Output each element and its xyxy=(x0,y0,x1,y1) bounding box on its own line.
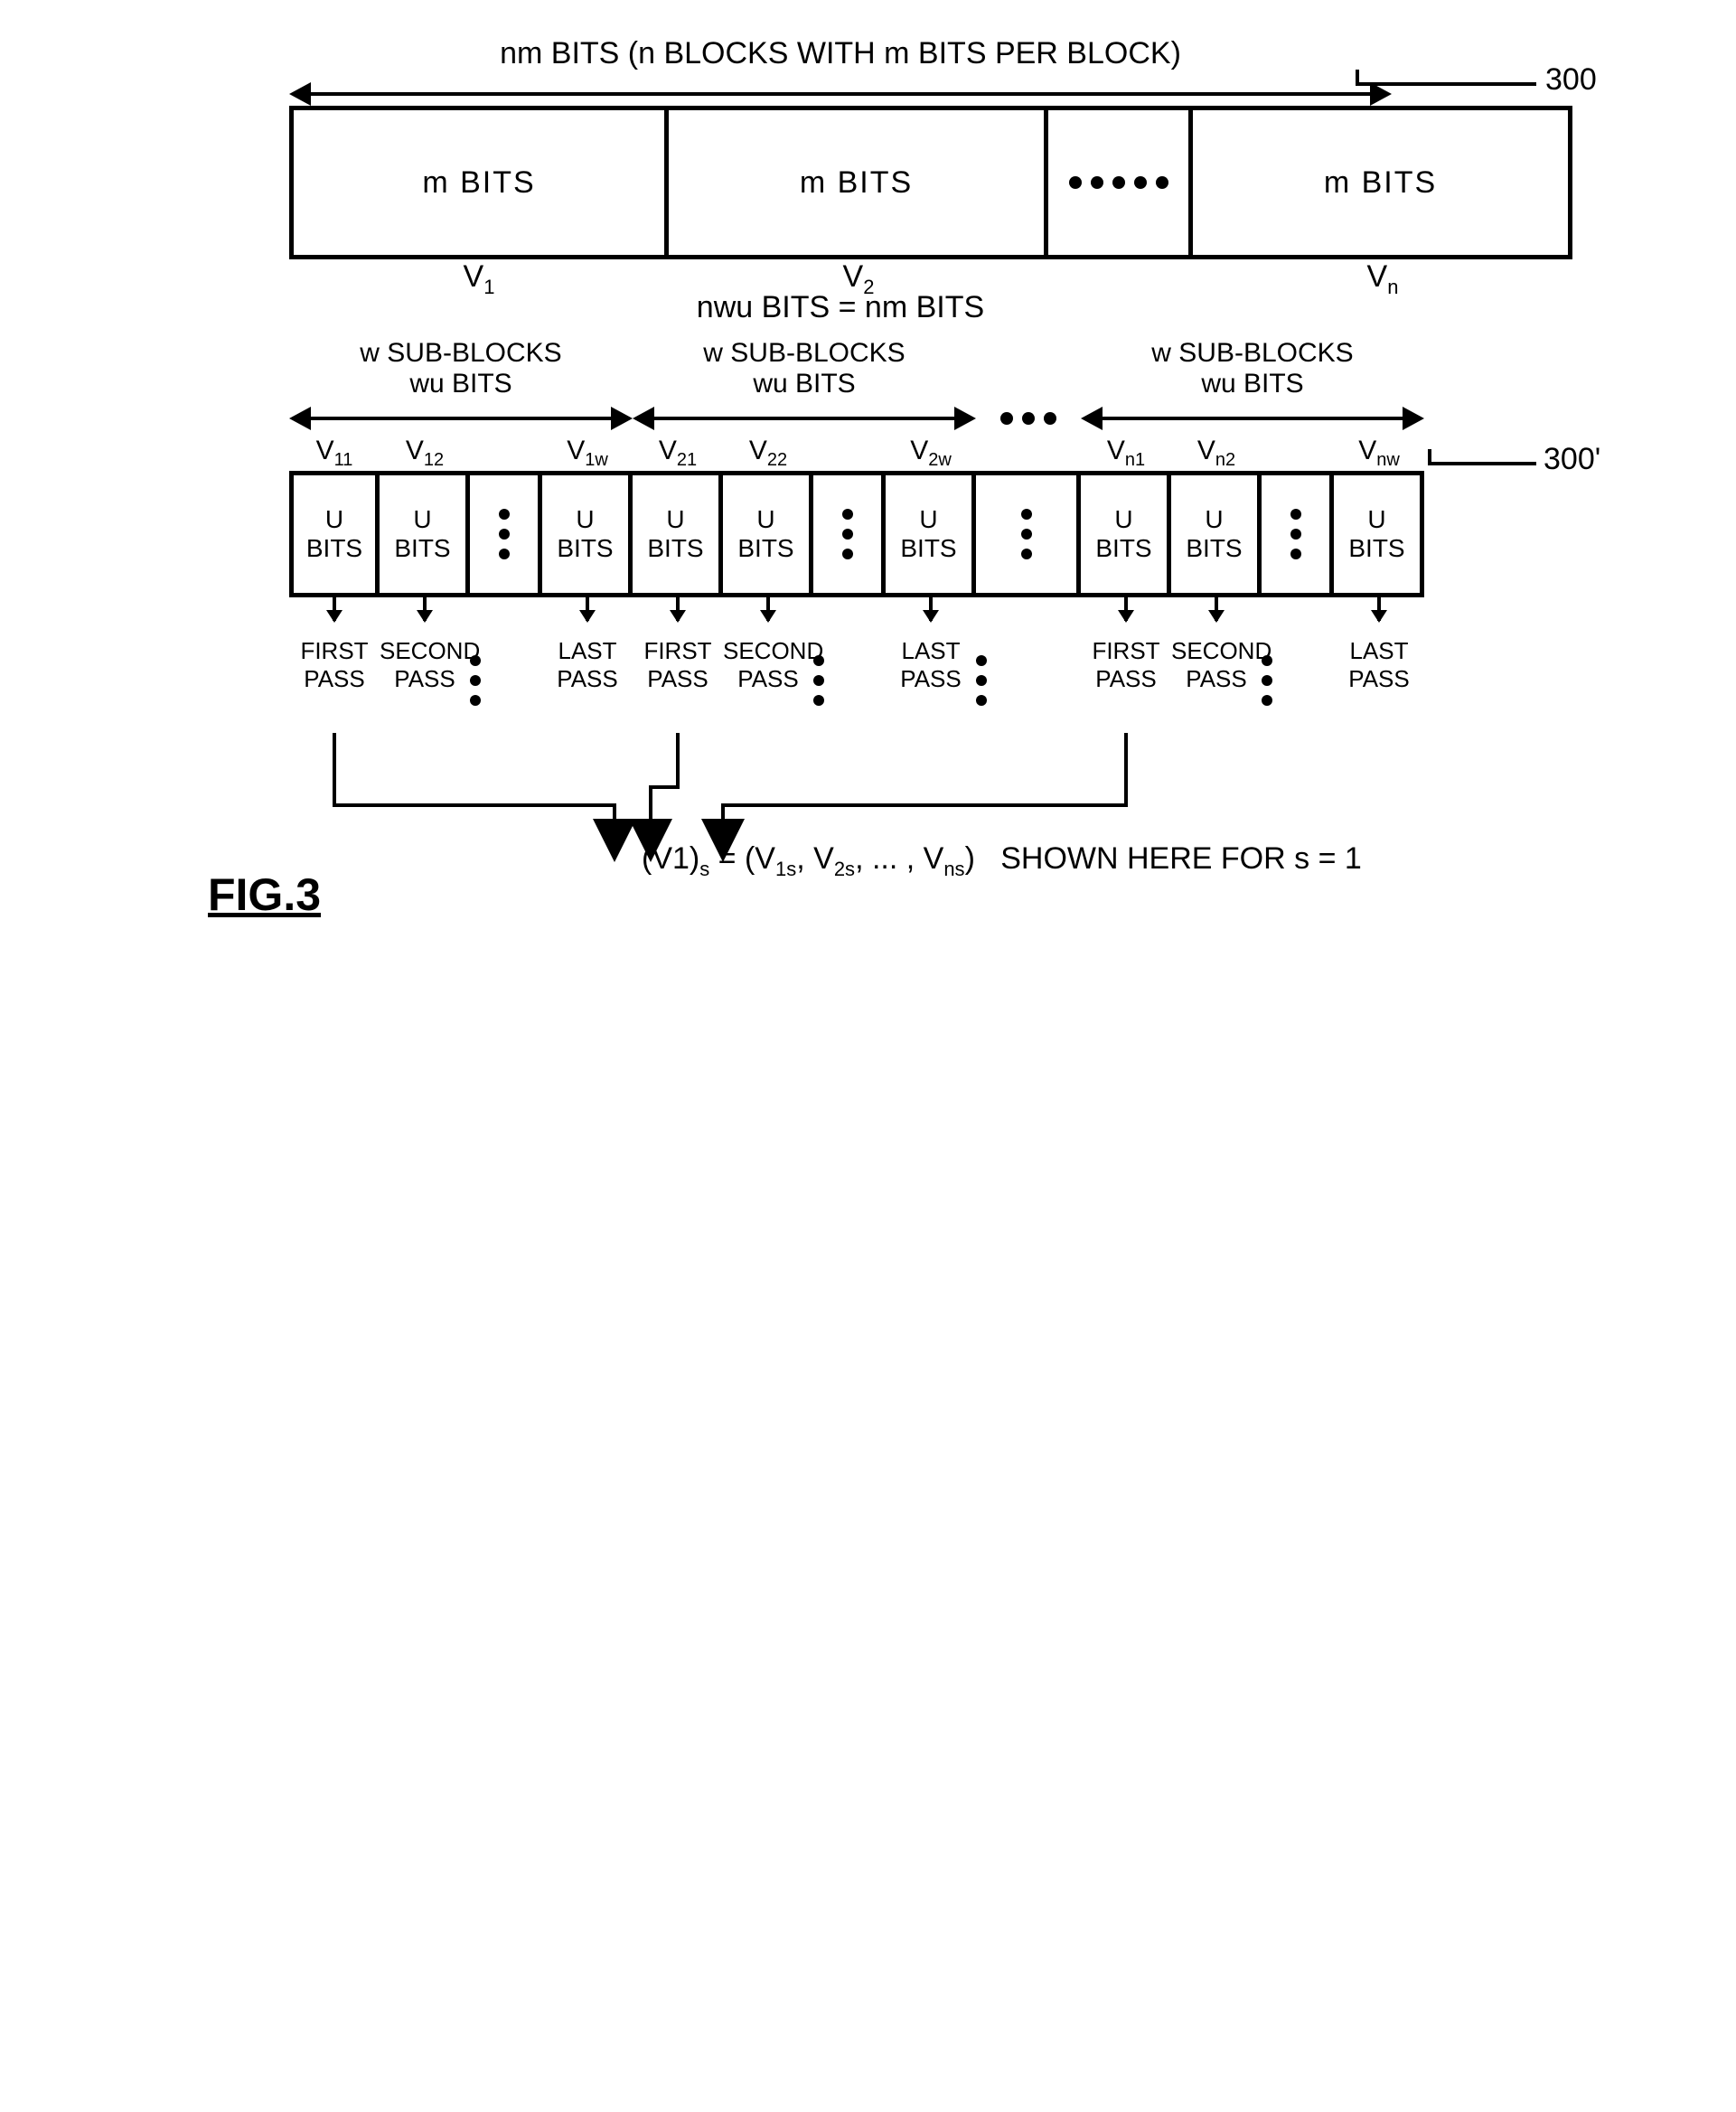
block-v1: m BITS xyxy=(289,106,669,259)
subblock-row-300p: UBITS UBITS UBITS UBITS UBITS UBITS UBIT… xyxy=(289,471,1699,597)
dimension-arrow-top xyxy=(289,82,1392,106)
block-v-labels: V1 V2 Vn xyxy=(289,259,1699,299)
formula-text: (V1)s = (V1s, V2s, ... , Vns) SHOWN HERE… xyxy=(642,841,1362,881)
pass-second-2: SECOND PASS xyxy=(723,588,813,706)
figure-3-diagram: nm BITS (n BLOCKS WITH m BITS PER BLOCK)… xyxy=(36,36,1699,941)
ref-300p: 300' xyxy=(1428,462,1609,489)
pass-second-n: SECOND PASS xyxy=(1171,588,1262,706)
pass-last-2: LAST PASS xyxy=(886,588,976,706)
pass-second-1: SECOND PASS xyxy=(380,588,470,706)
ref-300: 300 xyxy=(1356,82,1591,109)
top-dimension-label: nm BITS (n BLOCKS WITH m BITS PER BLOCK) xyxy=(289,36,1392,82)
block-ellipsis xyxy=(1048,106,1193,259)
pass-first-n: FIRST PASS xyxy=(1081,588,1171,706)
pass-labels-row: FIRST PASS SECOND PASS LAST PASS FIRST P… xyxy=(289,588,1699,706)
block-vn: m BITS xyxy=(1193,106,1572,259)
figure-label: FIG.3 xyxy=(208,868,321,921)
pass-first-1: FIRST PASS xyxy=(289,588,380,706)
formula-area: (V1)s = (V1s, V2s, ... , Vns) SHOWN HERE… xyxy=(36,733,1699,941)
pass-last-1: LAST PASS xyxy=(542,588,633,706)
group-dim-row: w SUB-BLOCKS wu BITS w SUB-BLOCKS wu BIT… xyxy=(289,338,1699,430)
block-row-300: m BITS m BITS m BITS xyxy=(289,106,1699,259)
pass-last-n: LAST PASS xyxy=(1334,588,1424,706)
block-v2: m BITS xyxy=(669,106,1048,259)
pass-first-2: FIRST PASS xyxy=(633,588,723,706)
